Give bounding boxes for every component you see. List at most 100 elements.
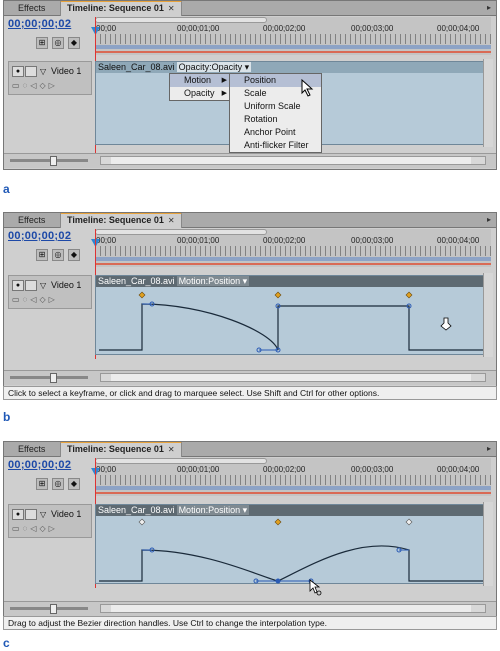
- tab-timeline[interactable]: Timeline: Sequence 01 ✕: [60, 1, 182, 16]
- snap-icon[interactable]: ⊞: [36, 37, 48, 49]
- tab-timeline-label: Timeline: Sequence 01: [67, 3, 164, 13]
- tab-effects[interactable]: Effects: [12, 2, 51, 14]
- zoom-slider[interactable]: [10, 156, 88, 166]
- menu-item-anti-flicker-filter[interactable]: Anti-flicker Filter: [230, 139, 321, 152]
- render-bar: [95, 492, 491, 494]
- ruler-label: 00;00;04;00: [437, 465, 480, 474]
- horizontal-scrollbar[interactable]: [100, 373, 486, 382]
- property-dropdown[interactable]: Opacity:Opacity ▾: [176, 62, 252, 72]
- close-icon[interactable]: ✕: [168, 216, 175, 225]
- keyframe-diamond: [405, 291, 413, 299]
- horizontal-scrollbar-thumb[interactable]: [111, 605, 471, 612]
- snap-icon[interactable]: ⊞: [36, 249, 48, 261]
- viewing-area-bar[interactable]: [95, 45, 491, 49]
- expand-triangle-icon[interactable]: ▽: [40, 67, 46, 76]
- eye-icon[interactable]: ●: [12, 280, 24, 291]
- zoom-slider[interactable]: [10, 373, 88, 383]
- horizontal-scrollbar[interactable]: [100, 156, 486, 165]
- keyframe-icon[interactable]: ◆: [68, 37, 80, 49]
- close-icon[interactable]: ✕: [168, 445, 175, 454]
- menu-item-opacity[interactable]: Opacity ▶: [170, 87, 230, 100]
- zoom-slider-knob[interactable]: [50, 373, 57, 383]
- time-ruler[interactable]: 00;00 00;00;01;00 00;00;02;00 00;00;03;0…: [95, 458, 491, 496]
- tab-timeline-label: Timeline: Sequence 01: [67, 215, 164, 225]
- lock-icon[interactable]: [25, 66, 37, 77]
- menu-item-label: Opacity: [184, 88, 215, 98]
- panel-menu-icon[interactable]: ▸: [487, 444, 491, 453]
- keyframe-nav-icons[interactable]: ▭◌◁◇▷: [12, 295, 58, 304]
- horizontal-scrollbar-thumb[interactable]: [111, 374, 471, 381]
- work-area-bar[interactable]: [95, 458, 267, 464]
- ruler-ticks: [95, 34, 491, 44]
- menu-item-label: Uniform Scale: [244, 101, 301, 111]
- keyframe-icon[interactable]: ◆: [68, 478, 80, 490]
- menu-item-anchor-point[interactable]: Anchor Point: [230, 126, 321, 139]
- property-menu: Motion ▶ Opacity ▶: [169, 73, 231, 101]
- track-header-video-1[interactable]: ● ▽ Video 1 ▭◌◁◇▷: [8, 504, 92, 538]
- viewing-area-bar[interactable]: [95, 257, 491, 261]
- motion-graph-line: [99, 303, 488, 351]
- tab-effects[interactable]: Effects: [12, 443, 51, 455]
- keyframe-diamond: [138, 518, 146, 526]
- ruler-label: 00;00;03;00: [351, 465, 394, 474]
- panel-menu-icon[interactable]: ▸: [487, 3, 491, 12]
- menu-item-label: Rotation: [244, 114, 278, 124]
- status-bar: Drag to adjust the Bezier direction hand…: [3, 616, 497, 630]
- menu-item-motion[interactable]: Motion ▶: [170, 74, 230, 87]
- submenu-arrow-icon: ▶: [221, 90, 227, 97]
- horizontal-scrollbar-thumb[interactable]: [111, 157, 471, 164]
- tab-effects[interactable]: Effects: [12, 214, 51, 226]
- horizontal-scrollbar[interactable]: [100, 604, 486, 613]
- work-area-bar[interactable]: [95, 17, 267, 23]
- timeline-panel-c: Effects Timeline: Sequence 01 ✕ ▸ 00;00;0…: [3, 441, 497, 621]
- lock-icon[interactable]: [25, 509, 37, 520]
- expand-triangle-icon[interactable]: ▽: [40, 281, 46, 290]
- marker-icon[interactable]: ◎: [52, 478, 64, 490]
- viewing-area-bar[interactable]: [95, 486, 491, 490]
- keyframe-diamond: [138, 291, 146, 299]
- ruler-label: 00;00;03;00: [351, 236, 394, 245]
- keyframe-nav-icons[interactable]: ▭◌◁◇▷: [12, 81, 58, 90]
- vertical-scrollbar[interactable]: [483, 59, 493, 147]
- zoom-slider[interactable]: [10, 604, 88, 614]
- keyframe-diamond: [405, 518, 413, 526]
- close-icon[interactable]: ✕: [168, 4, 175, 13]
- work-area-bar[interactable]: [95, 229, 267, 235]
- ruler-label: 00;00;04;00: [437, 236, 480, 245]
- figure-caption-b: b: [3, 410, 11, 424]
- panel-tabs: Effects Timeline: Sequence 01 ✕ ▸: [4, 213, 496, 228]
- expand-triangle-icon[interactable]: ▽: [40, 510, 46, 519]
- ruler-label: 00;00;01;00: [177, 465, 220, 474]
- current-timecode[interactable]: 00;00;00;02: [8, 459, 71, 471]
- time-ruler[interactable]: 00;00 00;00;01;00 00;00;02;00 00;00;03;0…: [95, 17, 491, 55]
- keyframe-icon[interactable]: ◆: [68, 249, 80, 261]
- figure-caption-a: a: [3, 182, 10, 196]
- menu-item-uniform-scale[interactable]: Uniform Scale: [230, 100, 321, 113]
- video-clip[interactable]: Saleen_Car_08.avi Motion:Position ▾: [95, 275, 491, 355]
- tab-timeline[interactable]: Timeline: Sequence 01 ✕: [60, 213, 182, 228]
- marker-icon[interactable]: ◎: [52, 249, 64, 261]
- keyframe-graph[interactable]: [96, 276, 492, 356]
- zoom-slider-knob[interactable]: [50, 604, 57, 614]
- vertical-scrollbar[interactable]: [483, 502, 493, 586]
- eye-icon[interactable]: ●: [12, 509, 24, 520]
- keyframe-nav-icons[interactable]: ▭◌◁◇▷: [12, 524, 58, 533]
- tab-timeline[interactable]: Timeline: Sequence 01 ✕: [60, 442, 182, 457]
- eye-icon[interactable]: ●: [12, 66, 24, 77]
- video-clip[interactable]: Saleen_Car_08.avi Motion:Position ▾: [95, 504, 492, 596]
- panel-menu-icon[interactable]: ▸: [487, 215, 491, 224]
- snap-icon[interactable]: ⊞: [36, 478, 48, 490]
- vertical-scrollbar[interactable]: [483, 273, 493, 357]
- menu-item-label: Motion: [184, 75, 212, 85]
- keyframe-graph[interactable]: [96, 505, 492, 585]
- time-ruler[interactable]: 00;00 00;00;01;00 00;00;02;00 00;00;03;0…: [95, 229, 491, 267]
- current-timecode[interactable]: 00;00;00;02: [8, 230, 71, 242]
- track-header-video-1[interactable]: ● ▽ Video 1 ▭◌◁◇▷: [8, 275, 92, 309]
- marker-icon[interactable]: ◎: [52, 37, 64, 49]
- lock-icon[interactable]: [25, 280, 37, 291]
- current-timecode[interactable]: 00;00;00;02: [8, 18, 71, 30]
- zoom-slider-knob[interactable]: [50, 156, 57, 166]
- menu-item-rotation[interactable]: Rotation: [230, 113, 321, 126]
- clip-name: Saleen_Car_08.avi: [98, 62, 175, 72]
- track-header-video-1[interactable]: ● ▽ Video 1 ▭◌◁◇▷: [8, 61, 92, 95]
